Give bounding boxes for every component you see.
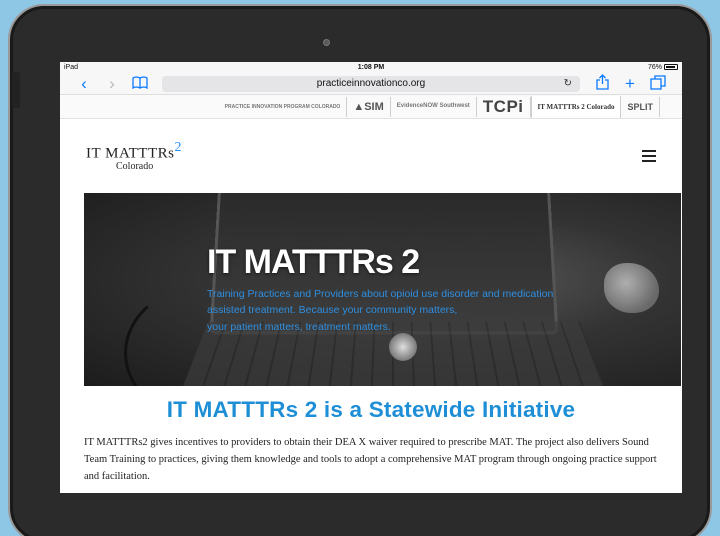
partner-tab-tcpi[interactable]: TCPi bbox=[477, 96, 531, 117]
partner-tab-sim[interactable]: ▲ SIM bbox=[347, 96, 391, 117]
partner-tab-practice-innovation[interactable]: PRACTICE INNOVATION PROGRAM COLORADO bbox=[219, 96, 348, 117]
partner-tab-evidencenow[interactable]: EvidenceNOW Southwest bbox=[391, 96, 477, 117]
partner-tab-split[interactable]: SPLIT bbox=[621, 96, 660, 117]
status-time: 1:08 PM bbox=[357, 64, 385, 71]
chevron-right-icon[interactable]: › bbox=[98, 75, 126, 92]
site-logo[interactable]: IT MATTTRs2 Colorado bbox=[86, 140, 181, 172]
hero-banner: IT MATTTRs 2 Training Practices and Prov… bbox=[84, 193, 681, 386]
screen: iPad 1:08 PM 76% ‹ › practiceinnovationc… bbox=[60, 62, 682, 493]
reload-icon[interactable]: ↻ bbox=[564, 78, 572, 89]
chevron-left-icon[interactable]: ‹ bbox=[70, 75, 98, 92]
battery-indicator: 76% bbox=[648, 64, 678, 71]
battery-icon bbox=[664, 64, 678, 71]
hero-title: IT MATTTRs 2 bbox=[207, 243, 420, 281]
paper-image bbox=[604, 263, 659, 313]
front-camera bbox=[323, 39, 330, 46]
logo-subtitle: Colorado bbox=[116, 161, 154, 173]
logo-superscript: 2 bbox=[174, 139, 182, 155]
hero-text: IT MATTTRs 2 Training Practices and Prov… bbox=[207, 243, 587, 335]
side-button bbox=[12, 72, 20, 108]
partner-tab-itmatttrs[interactable]: IT MATTTRs 2 Colorado bbox=[530, 95, 622, 118]
section-heading: IT MATTTRs 2 is a Statewide Initiative bbox=[166, 397, 576, 422]
status-bar: iPad 1:08 PM 76% bbox=[60, 62, 682, 73]
logo-text: IT MATTTRs bbox=[86, 145, 175, 162]
book-icon[interactable] bbox=[126, 75, 154, 92]
site-header: IT MATTTRs2 Colorado bbox=[60, 119, 682, 193]
plus-icon[interactable]: + bbox=[616, 75, 644, 92]
share-icon[interactable] bbox=[588, 74, 616, 93]
address-bar[interactable]: practiceinnovationco.org ↻ bbox=[162, 75, 580, 92]
stethoscope-head-image bbox=[389, 333, 417, 361]
hero-subtitle: Training Practices and Providers about o… bbox=[207, 288, 554, 333]
browser-toolbar: ‹ › practiceinnovationco.org ↻ + bbox=[60, 73, 682, 95]
url-text: practiceinnovationco.org bbox=[316, 78, 426, 89]
hamburger-icon[interactable] bbox=[642, 147, 656, 165]
ipad-device: iPad 1:08 PM 76% ‹ › practiceinnovationc… bbox=[8, 4, 712, 536]
battery-percent: 76% bbox=[647, 64, 662, 71]
tabs-icon[interactable] bbox=[644, 74, 672, 93]
section-paragraph: IT MATTTRs2 gives incentives to provider… bbox=[84, 437, 657, 482]
partner-tabs: PRACTICE INNOVATION PROGRAM COLORADO ▲ S… bbox=[60, 95, 682, 119]
